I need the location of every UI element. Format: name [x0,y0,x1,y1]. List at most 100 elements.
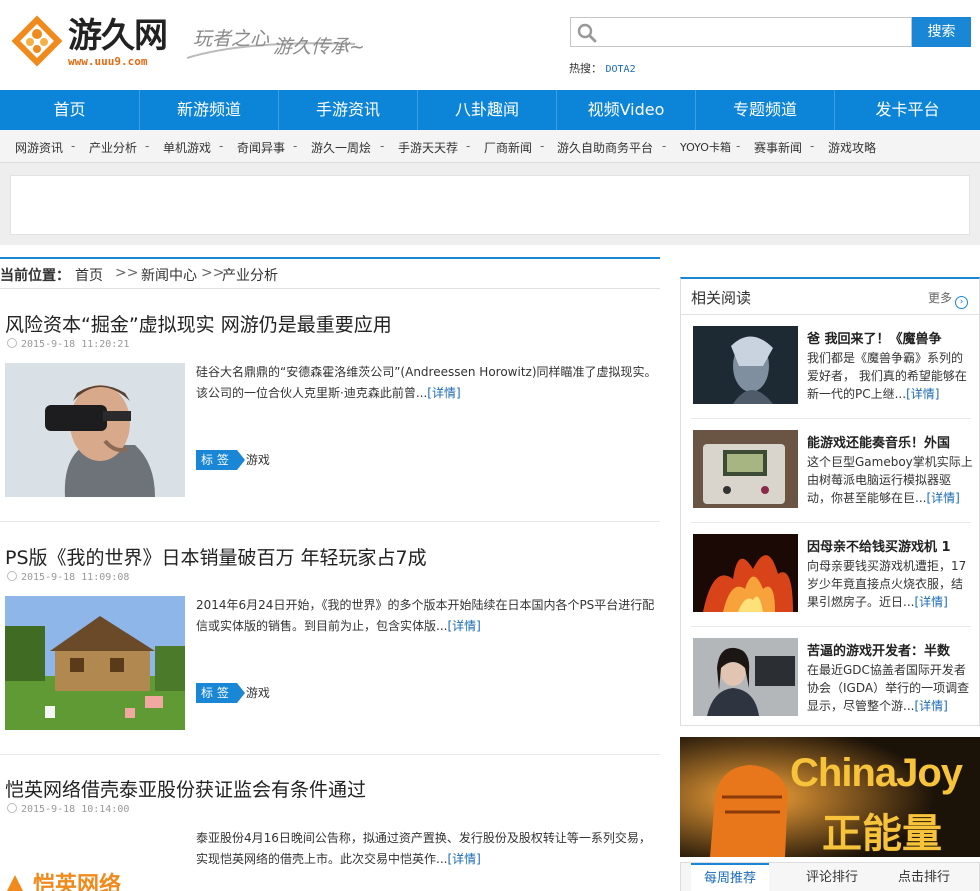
related-thumbnail[interactable] [693,638,798,716]
nav-item-card-platform[interactable]: 发卡平台 [835,90,980,130]
related-item[interactable]: 爸 我回来了！《魔兽争 我们都是《魔兽争霸》系列的爱好者， 我们真的希望能够在新… [681,316,979,419]
article-divider [0,521,660,522]
subnav-item[interactable]: 厂商新闻 [484,139,532,156]
breadcrumb-home[interactable]: 首页 [75,265,103,285]
related-more-detail-link[interactable]: [详情] [926,491,959,505]
article-thumbnail[interactable]: 恺英网络 [5,871,185,891]
subnav-item[interactable]: 游久一周烩 [311,139,371,156]
nav-item-home[interactable]: 首页 [0,90,140,130]
slogan-text-2: 游久传承~ [273,36,365,58]
search-button[interactable]: 搜索 [912,17,971,47]
subnav-separator: - [380,139,385,153]
tab-weekly-recommend[interactable]: 每周推荐 [691,863,769,891]
search-icon [577,23,597,43]
article-more-link[interactable]: [详情] [447,852,480,866]
main-nav: 首页 新游频道 手游资讯 八卦趣闻 视频Video 专题频道 发卡平台 [0,90,980,130]
related-item-title[interactable]: 苦逼的游戏开发者：半数 [807,640,977,659]
related-item[interactable]: 苦逼的游戏开发者：半数 在最近GDC協盖者国际开发者协会（IGDA）举行的一项调… [681,628,979,731]
article-more-link[interactable]: [详情] [427,386,460,400]
ad-slot[interactable] [10,175,970,235]
vr-headset-photo-icon [5,363,185,497]
article-more-link[interactable]: [详情] [447,619,480,633]
slogan-text-1: 玩者之心 [193,28,270,50]
hot-search-label: 热搜： [569,62,602,75]
article-title[interactable]: 恺英网络借壳泰亚股份获证监会有条件通过 [5,775,366,802]
related-more-detail-link[interactable]: [详情] [906,387,939,401]
breadcrumb-separator: >> [201,265,225,281]
subnav-separator: - [71,139,76,153]
related-thumbnail[interactable] [693,430,798,508]
gameboy-guitar-photo-icon [693,430,798,508]
article-summary: 2014年6月24日开始，《我的世界》的多个版本开始陆续在日本国内各个PS平台进… [196,595,658,637]
nav-item-topics[interactable]: 专题频道 [696,90,835,130]
article-date-text: 2015-9-18 10:14:00 [21,804,130,815]
related-item-title[interactable]: 因母亲不给钱买游戏机 1 [807,536,977,555]
clock-icon [7,571,17,581]
article-title[interactable]: 风险资本“掘金”虚拟现实 网游仍是最重要应用 [5,310,392,337]
related-more-detail-link[interactable]: [详情] [914,699,947,713]
breadcrumb-separator: >> [115,265,139,281]
subnav-separator: - [662,139,667,153]
chinajoy-banner[interactable]: ChinaJoy 正能量 [680,737,980,857]
banner-title: ChinaJoy [790,751,963,795]
related-thumbnail[interactable] [693,326,798,404]
article-summary: 硅谷大名鼎鼎的“安德森霍洛维茨公司”(Andreessen Horowitz)同… [196,362,658,404]
related-item-title[interactable]: 能游戏还能奏音乐！外国 [807,432,977,451]
nav-item-video[interactable]: 视频Video [557,90,696,130]
subnav-item[interactable]: 单机游戏 [163,139,211,156]
related-reading-title: 相关阅读 [691,289,752,307]
related-more-detail-link[interactable]: [详情] [914,595,947,609]
related-divider [691,626,971,627]
article-item: 风险资本“掘金”虚拟现实 网游仍是最重要应用 2015-9-18 11:20:2… [0,310,660,510]
article-thumbnail[interactable] [5,596,185,730]
related-reading-panel: 相关阅读 更多 › 爸 我回来了！《魔兽争 我们都是《魔兽争霸》系列的爱好者， 我… [680,277,980,726]
clock-icon [7,803,17,813]
subnav-item[interactable]: YOYO卡箱 [680,139,731,155]
article-thumbnail[interactable] [5,363,185,497]
tag-link[interactable]: 游戏 [246,683,270,703]
breadcrumb-news-center[interactable]: 新闻中心 [141,265,197,285]
search-input[interactable] [601,20,906,44]
nav-item-new-games[interactable]: 新游频道 [140,90,279,130]
subnav-item[interactable]: 游戏攻略 [828,139,876,156]
subnav-separator: - [145,139,150,153]
breadcrumb: 当前位置： 首页 >> 新闻中心 >> 产业分析 [0,257,660,289]
article-tags: 标 签游戏 [196,683,270,703]
tab-comment-ranking[interactable]: 评论排行 [793,863,871,891]
site-logo[interactable]: 游久网 www.uuu9.com [10,12,170,70]
related-more-text: 更多 [928,291,953,305]
subnav-item[interactable]: 手游天天荐 [398,139,458,156]
banner-subtitle: 正能量 [822,811,942,857]
related-item[interactable]: 能游戏还能奏音乐！外国 这个巨型Gameboy掌机实际上由树莓派电脑运行模拟器驱… [681,420,979,523]
related-item-title[interactable]: 爸 我回来了！《魔兽争 [807,328,977,347]
nav-item-mobile-news[interactable]: 手游资讯 [279,90,418,130]
related-more-link[interactable]: 更多 › [928,289,969,309]
subnav-item[interactable]: 游久自助商务平台 [557,139,653,156]
nav-item-gossip[interactable]: 八卦趣闻 [418,90,557,130]
related-item-summary-text: 我们都是《魔兽争霸》系列的爱好者， 我们真的希望能够在新一代的PC上继... [807,351,967,401]
ad-area [0,163,980,245]
subnav-separator: - [466,139,471,153]
related-thumbnail[interactable] [693,534,798,612]
subnav-separator: - [540,139,545,153]
article-date: 2015-9-18 10:14:00 [7,803,129,815]
article-title[interactable]: PS版《我的世界》日本销量破百万 年轻玩家占7成 [5,543,427,570]
article-summary-text: 2014年6月24日开始，《我的世界》的多个版本开始陆续在日本国内各个PS平台进… [196,598,655,633]
article-divider [0,754,660,755]
related-divider [691,418,971,419]
tag-link[interactable]: 游戏 [246,450,270,470]
tab-click-ranking[interactable]: 点击排行 [885,863,963,891]
related-item-summary: 这个巨型Gameboy掌机实际上由树莓派电脑运行模拟器驱动，你甚至能够在巨...… [807,453,973,507]
subnav-item[interactable]: 网游资讯 [15,139,63,156]
article-item: PS版《我的世界》日本销量破百万 年轻玩家占7成 2015-9-18 11:09… [0,543,660,743]
article-summary-text: 泰亚股份4月16日晚间公告称，拟通过资产置换、发行股份及股权转让等一系列交易，实… [196,831,651,866]
developer-woman-photo-icon [693,638,798,716]
article-date: 2015-9-18 11:20:21 [7,338,129,350]
hot-search-link[interactable]: DOTA2 [606,64,636,75]
subnav-separator: - [736,139,741,153]
subnav-item[interactable]: 奇闻异事 [237,139,285,156]
related-item[interactable]: 因母亲不给钱买游戏机 1 向母亲要钱买游戏机遭拒，17岁少年竟直接点火烧衣服，结… [681,524,979,627]
subnav-item[interactable]: 赛事新闻 [754,139,802,156]
breadcrumb-current[interactable]: 产业分析 [222,265,278,285]
subnav-item[interactable]: 产业分析 [89,139,137,156]
